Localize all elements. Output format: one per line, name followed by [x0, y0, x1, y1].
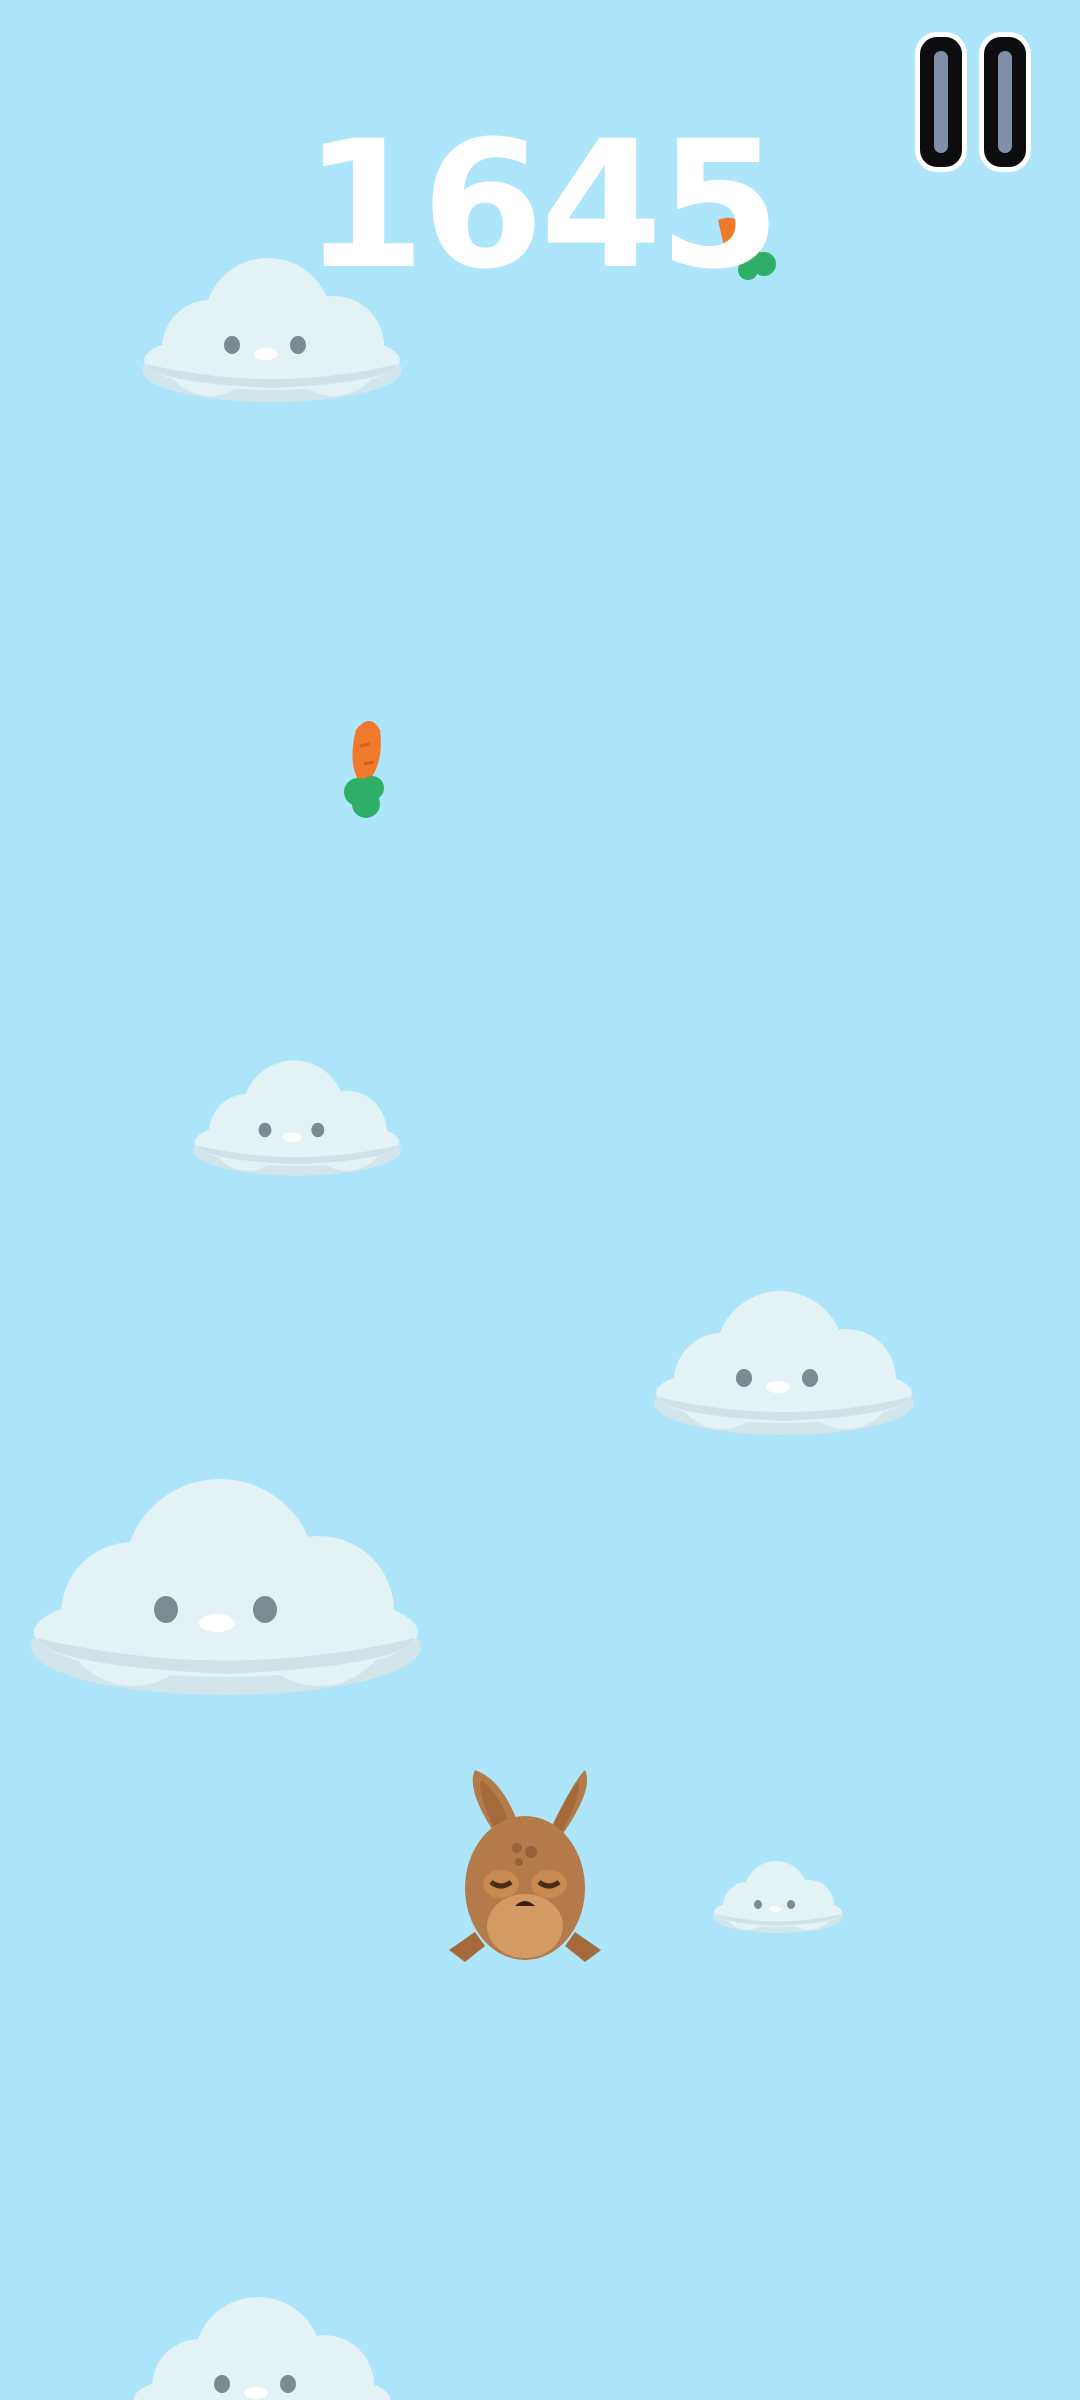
- pause-button[interactable]: [915, 32, 1035, 177]
- cloud: [713, 1861, 843, 1933]
- cloud: [193, 1060, 401, 1176]
- carrot: [342, 719, 386, 820]
- cloud: [654, 1291, 914, 1435]
- bunny-player: [449, 1770, 601, 1962]
- game-scene: [31, 217, 914, 2400]
- cloud: [31, 1479, 421, 1695]
- cloud: [132, 2297, 392, 2400]
